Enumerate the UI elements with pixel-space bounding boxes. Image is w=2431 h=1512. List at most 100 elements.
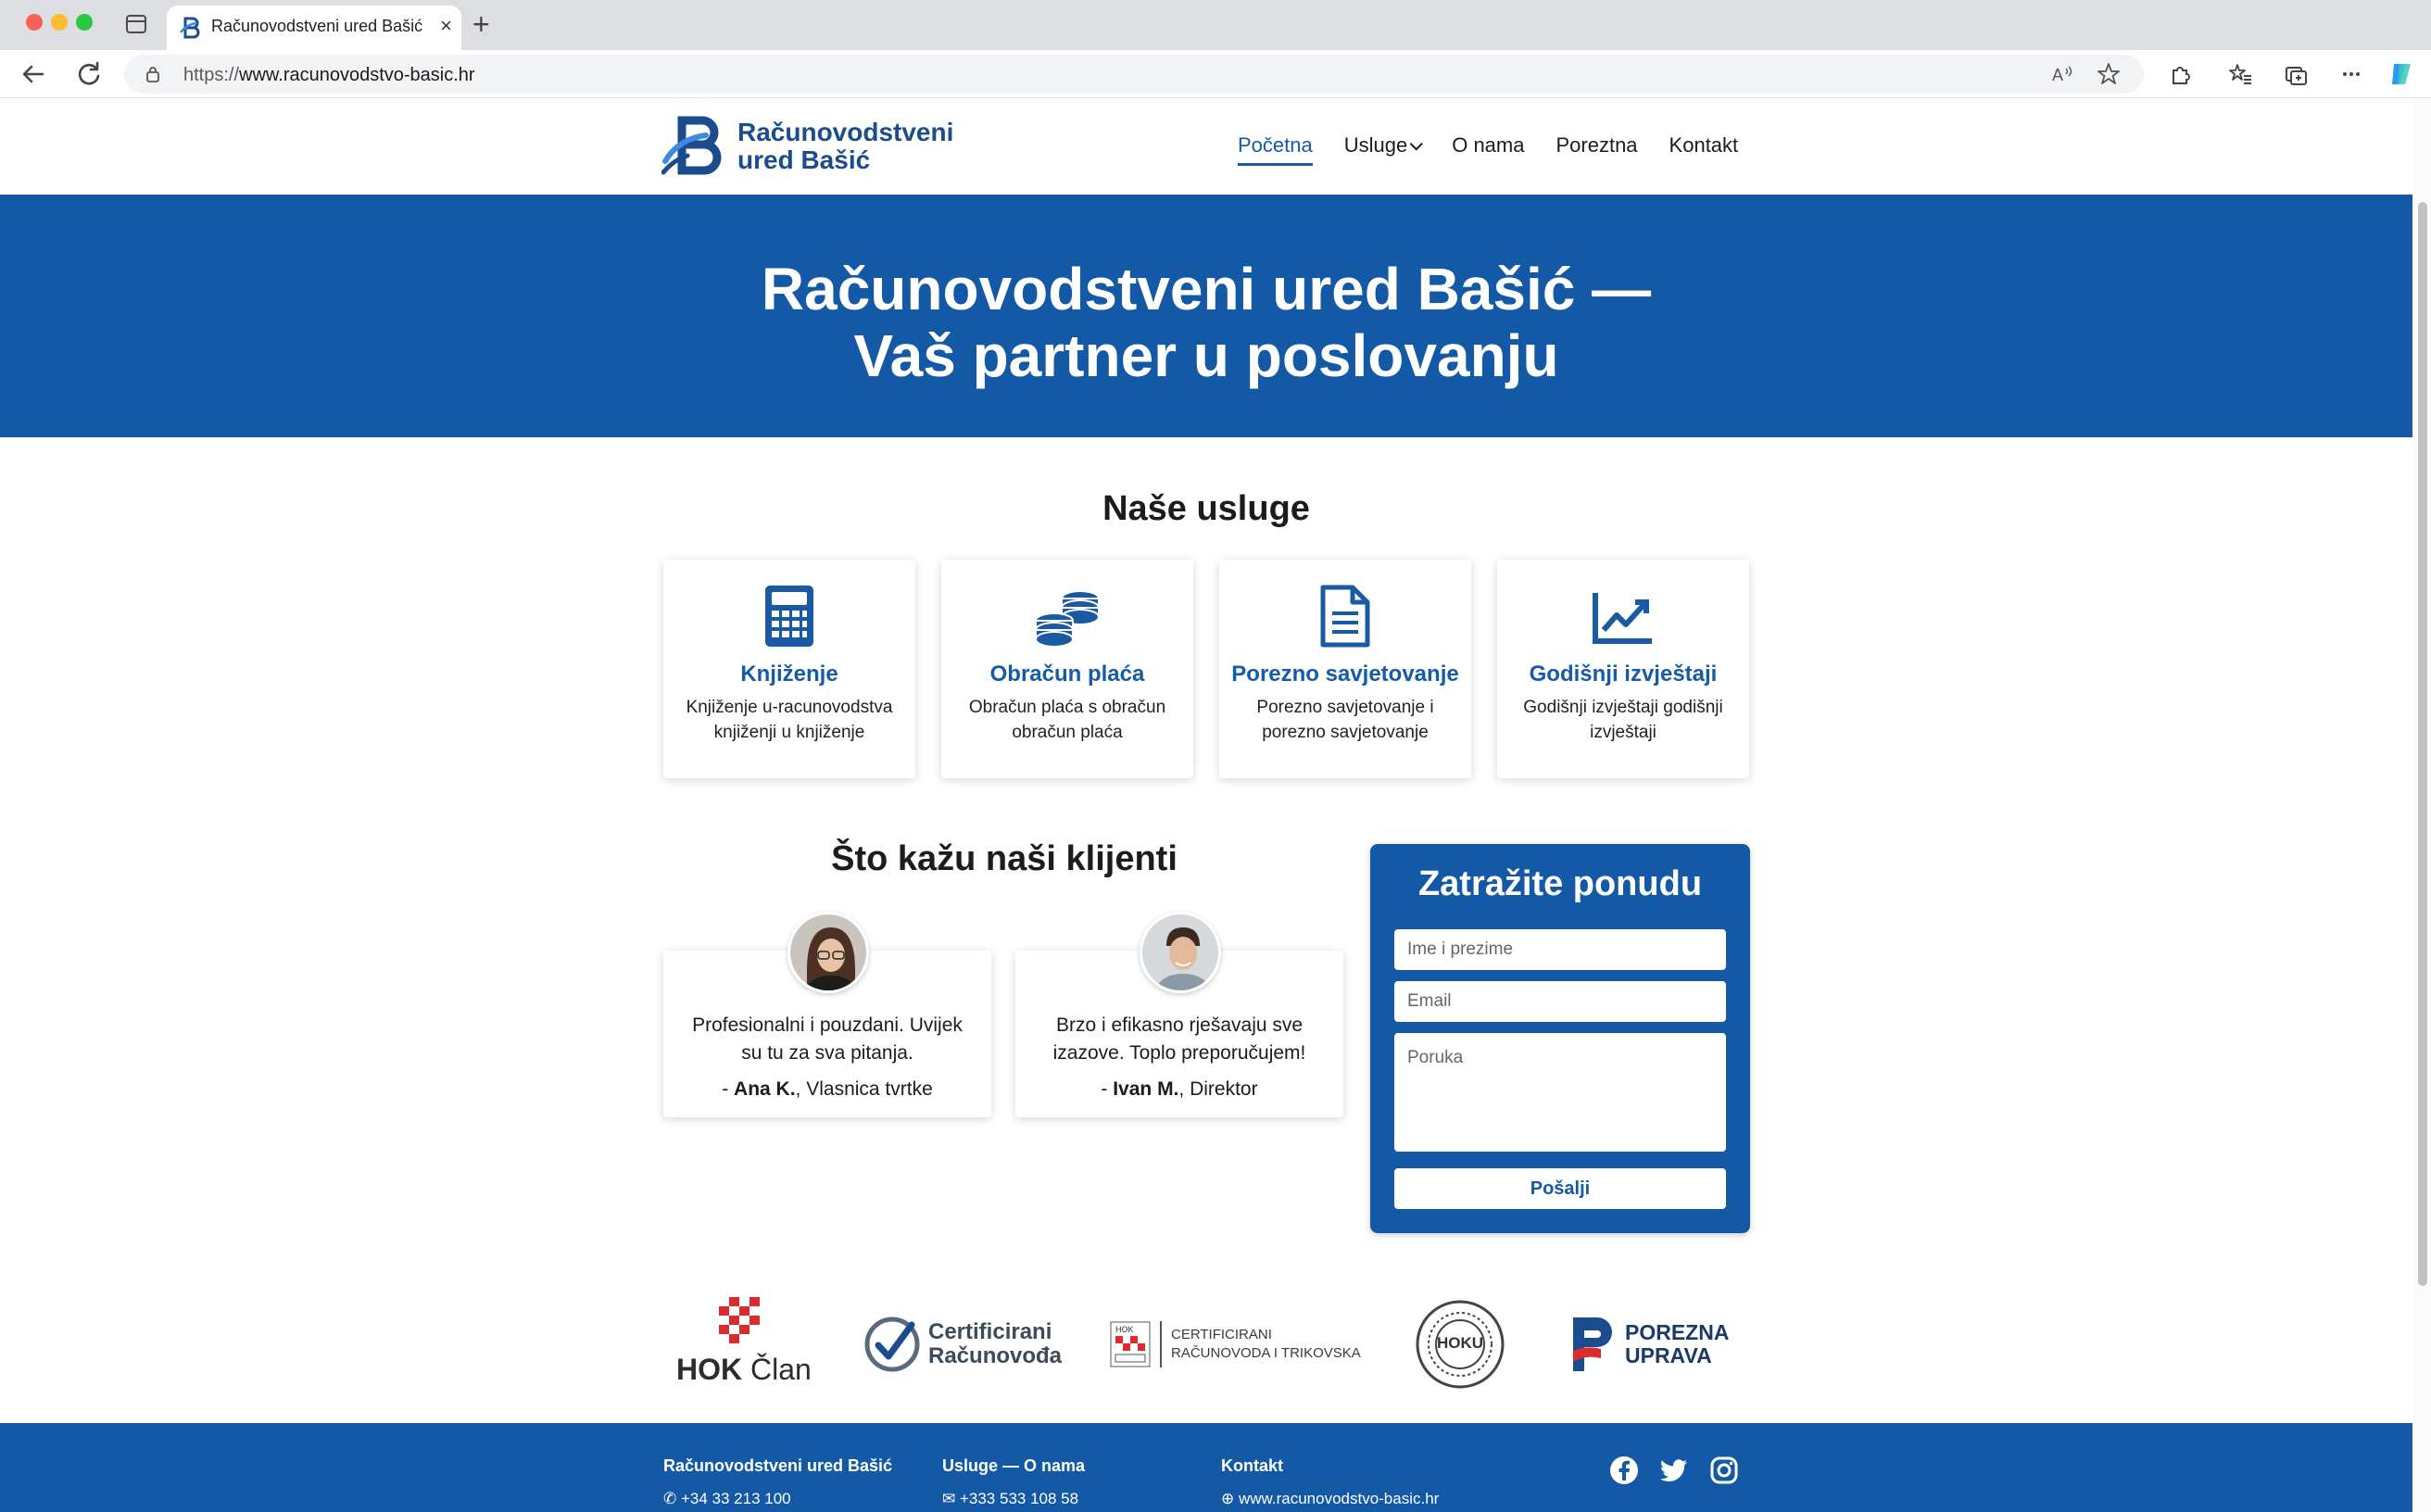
footer-phone-1[interactable]: ✆ +34 33 213 100 [663,1490,791,1508]
testimonial-author: - Ivan M., Direktor [1015,1078,1343,1101]
message-field[interactable] [1394,1033,1726,1152]
window-zoom-button[interactable] [76,14,93,31]
read-aloud-icon[interactable]: A [2049,61,2075,87]
cert1-line-2: Računovođa [928,1343,1063,1368]
back-arrow-icon[interactable] [17,57,50,91]
checkerboard-icon [719,1297,760,1343]
footer-phone-2-text: +333 533 108 58 [959,1490,1079,1507]
hero-banner: Računovodstveni ured Bašić — Vaš partner… [0,195,2412,437]
site-header: Računovodstveni ured Bašić Početna Uslug… [0,98,2412,195]
globe-icon: ⊕ [1221,1490,1239,1507]
extensions-icon[interactable] [2168,61,2194,87]
nav-poreztna[interactable]: Poreztna [1556,133,1637,158]
favorite-star-icon[interactable] [2096,61,2122,87]
testimonial-quote: Profesionalni i pouzdani. Uvijek su tu z… [692,1014,963,1064]
window-minimize-button[interactable] [51,14,68,31]
cert1-line-1: Certificirani [928,1319,1052,1344]
logo-line-1: Računovodstveni [737,118,954,146]
author-role: , Vlasnica tvrtke [795,1078,933,1100]
submit-button[interactable]: Pošalji [1394,1168,1726,1209]
sidebar-toggle-icon[interactable] [126,15,146,33]
service-card-obracun-placa[interactable]: Obračun plaća Obračun plaća s obračun ob… [941,560,1193,778]
quote-request-form: Zatražite ponudu Pošalji [1370,844,1750,1233]
url-text[interactable]: https://www.racunovodstvo-basic.hr [183,65,475,86]
certified-accountant-badge: Certificirani Računovođa [863,1293,1062,1395]
service-card-description: Porezno savjetovanje i porezno savjetova… [1256,698,1434,742]
porezna-line-2: UPRAVA [1625,1343,1712,1367]
footer-col-1-title: Računovodstveni ured Bašić [663,1456,893,1475]
chevron-down-icon [1409,137,1423,151]
footer-website[interactable]: ⊕ www.racunovodstvo-basic.hr [1221,1490,1439,1508]
hok-small-logo-icon: HOK [1110,1321,1151,1367]
hok-bold: HOK [676,1353,743,1386]
window-close-button[interactable] [26,14,43,31]
footer-col-2-title[interactable]: Usluge — O nama [942,1456,1085,1476]
phone-icon: ✆ [663,1490,681,1507]
service-card-description: Knjiženje u-racunovodstva knjiženji u kn… [686,698,893,742]
url-scheme: https:// [183,65,240,85]
name-field[interactable] [1394,929,1726,970]
collections-icon[interactable] [2283,61,2309,87]
footer-website-text: www.racunovodstvo-basic.hr [1238,1490,1440,1507]
avatar [1140,912,1221,993]
porezna-line-1: POREZNA [1625,1320,1730,1344]
service-card-title: Knjiženje [740,662,838,687]
more-options-icon[interactable] [2338,61,2364,87]
footer-phone-2[interactable]: ✉ +333 533 108 58 [942,1490,1078,1508]
testimonial-quote: Brzo i efikasno rješavaju sve izazove. T… [1052,1014,1306,1064]
lock-icon[interactable] [146,66,159,82]
service-card-knjizenje[interactable]: Knjiženje Knjiženje u-racunovodstva knji… [663,560,915,778]
hoku-seal-badge: HOKU [1414,1293,1506,1395]
site-favicon-icon [180,17,200,39]
author-name: Ivan M. [1113,1078,1179,1100]
author-name: Ana K. [734,1078,796,1100]
testimonials-heading: Što kažu naši klijenti [831,839,1178,878]
cert2-line-1: CERTIFICIRANI [1171,1327,1272,1342]
checkmark-seal-icon [864,1317,920,1372]
twitter-icon[interactable] [1658,1455,1690,1486]
hero-title-line-1: Računovodstveni ured Bašić — [761,256,1652,322]
address-bar[interactable]: https://www.racunovodstvo-basic.hr A [124,55,2144,94]
porezna-uprava-logo-icon [1573,1317,1612,1371]
nav-usluge[interactable]: Usluge [1344,133,1423,158]
service-card-porezno-savjetovanje[interactable]: Porezno savjetovanje Porezno savjetovanj… [1219,560,1471,778]
service-card-description: Godišnji izvještaji godišnji izvještaji [1523,698,1723,742]
web-page: Računovodstveni ured Bašić Početna Uslug… [0,98,2412,1512]
service-card-title: Godišnji izvještaji [1529,662,1718,687]
logo-line-2: ured Bašić [737,145,871,174]
form-title: Zatražite ponudu [1417,864,1703,903]
new-tab-icon[interactable]: + [472,7,490,41]
service-card-godisnji-izvjestaji[interactable]: Godišnji izvještaji Godišnji izvještaji … [1497,560,1749,778]
browser-tab-strip: Računovodstveni ured Bašić × + [0,0,2431,50]
hok-label: HOK Član [676,1353,812,1387]
hero-title-line-2: Vaš partner u poslovanju [853,322,1559,389]
logo-text[interactable]: Računovodstveni ured Bašić [737,119,953,174]
instagram-icon[interactable] [1708,1455,1740,1486]
avatar [787,912,869,993]
reload-icon[interactable] [72,57,106,91]
main-navigation: Početna Usluge O nama Poreztna Kontakt [1238,133,1739,166]
nav-kontakt[interactable]: Kontakt [1669,133,1739,158]
logo-b-icon[interactable] [661,113,728,180]
page-scrollbar[interactable] [2412,98,2431,1512]
porezna-uprava-badge: POREZNA UPRAVA [1569,1293,1729,1395]
scrollbar-thumb[interactable] [2418,202,2427,1286]
footer-col-3-title: Kontakt [1221,1456,1283,1475]
copilot-icon[interactable] [2387,58,2418,90]
nav-pocetna[interactable]: Početna [1238,133,1313,166]
hero-title: Računovodstveni ured Bašić — Vaš partner… [0,256,2412,389]
browser-tab[interactable]: Računovodstveni ured Bašić × [167,6,461,50]
email-field[interactable] [1394,981,1726,1022]
envelope-icon: ✉ [942,1490,960,1507]
author-dash: - [722,1078,735,1100]
coins-icon [1035,590,1100,648]
favorites-list-icon[interactable] [2227,61,2253,87]
browser-toolbar: https://www.racunovodstvo-basic.hr A [0,50,2431,98]
nav-o-nama[interactable]: O nama [1452,133,1524,158]
author-role: , Direktor [1178,1078,1258,1100]
tab-title: Računovodstveni ured Bašić [211,17,423,35]
tab-close-icon[interactable]: × [440,13,452,39]
footer-phone-1-text: +34 33 213 100 [680,1490,791,1507]
url-host: www.racunovodstvo-basic.hr [239,65,475,85]
facebook-icon[interactable] [1608,1455,1640,1486]
